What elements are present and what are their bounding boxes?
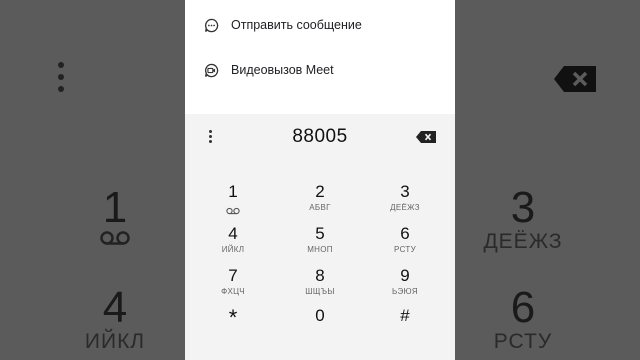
backspace-icon[interactable] [415,130,437,144]
key-0[interactable]: 0 [280,306,360,346]
key-6[interactable]: 6 РСТУ [365,224,445,264]
dialpad-panel: 88005 1 2 АБВГ 3 ДЕЁЖЗ 4 ИЙКЛ 5 МНОП 6 Р… [185,114,455,360]
phone-screen: Отправить сообщение Видеовызов Meet 8800… [185,0,455,360]
background-key-1: 1 [55,186,175,251]
key-5[interactable]: 5 МНОП [280,224,360,264]
key-9[interactable]: 9 ЬЭЮЯ [365,266,445,306]
key-3[interactable]: 3 ДЕЁЖЗ [365,182,445,222]
key-2[interactable]: 2 АБВГ [280,182,360,222]
send-message-item[interactable]: Отправить сообщение [185,5,455,45]
send-message-label: Отправить сообщение [231,18,362,32]
background-key-6: 6 РСТУ [493,283,553,354]
video-call-item[interactable]: Видеовызов Meet [185,50,455,90]
video-call-label: Видеовызов Meet [231,63,334,77]
key-4[interactable]: 4 ИЙКЛ [193,224,273,264]
key-8[interactable]: 8 ШЩЪЫ [280,266,360,306]
background-more-icon [58,62,68,98]
action-menu: Отправить сообщение Видеовызов Meet [185,0,455,114]
key-7[interactable]: 7 ФХЦЧ [193,266,273,306]
background-backspace-icon [554,66,596,92]
voicemail-icon [100,231,130,245]
background-key-4: 4 ИЙКЛ [84,283,146,354]
key-star[interactable]: * [193,307,273,348]
background-key-3: 3 ДЕЁЖЗ [483,183,563,254]
key-hash[interactable]: # [365,306,445,346]
voicemail-icon [226,207,240,215]
key-1[interactable]: 1 [193,182,273,222]
message-icon [203,17,219,33]
video-call-icon [203,62,219,78]
